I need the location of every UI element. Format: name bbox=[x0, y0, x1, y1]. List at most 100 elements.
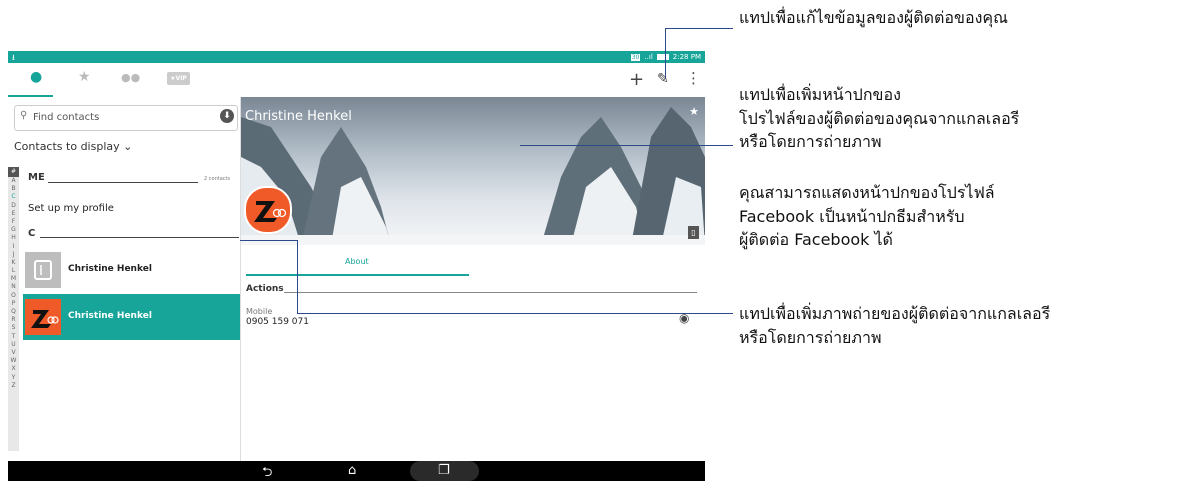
callout-photo-line: หรือโดยการถ่ายภาพ bbox=[739, 327, 882, 347]
callout-facebook-line: Facebook เป็นหน้าปกธีมสำหรับ bbox=[739, 206, 965, 226]
phone-icon[interactable]: ▯ bbox=[688, 226, 699, 239]
callout-leader bbox=[297, 240, 298, 313]
section-divider bbox=[48, 182, 198, 183]
alpha-letter[interactable]: C bbox=[8, 193, 19, 201]
zenfone-logo-icon bbox=[31, 310, 59, 328]
alpha-letter[interactable]: Z bbox=[8, 382, 19, 390]
contact-list-item-selected[interactable]: Christine Henkel bbox=[23, 294, 240, 340]
favorite-star-icon[interactable]: ★ bbox=[689, 105, 699, 118]
contact-list-item[interactable]: Christine Henkel bbox=[23, 247, 240, 293]
contact-detail-panel: Christine Henkel ★ ▯ About Actions Mobil… bbox=[241, 97, 705, 461]
callout-leader bbox=[297, 313, 733, 314]
alpha-letter[interactable]: V bbox=[8, 349, 19, 357]
alpha-letter[interactable]: H bbox=[8, 234, 19, 242]
contact-name: Christine Henkel bbox=[68, 311, 152, 321]
recent-apps-icon: ❐ bbox=[438, 463, 450, 478]
search-placeholder: Find contacts bbox=[33, 112, 100, 123]
callout-facebook-line: คุณสามารถแสดงหน้าปกของโปรไฟล์ bbox=[739, 183, 995, 202]
me-contacts-count: 2 contacts bbox=[204, 176, 231, 182]
alpha-letter[interactable]: U bbox=[8, 341, 19, 349]
tablet-screen: ⭳ 30 ..ıl 2:28 PM ● ★ ●● ★VIP + ✎ ⋮ ⚲ Fi… bbox=[8, 51, 705, 481]
clock: 2:28 PM bbox=[672, 53, 701, 61]
zenfone-logo-icon bbox=[254, 201, 287, 222]
callout-cover-line: หรือโดยการถ่ายภาพ bbox=[739, 132, 882, 151]
cover-photo[interactable]: Christine Henkel ★ ▯ bbox=[241, 97, 705, 245]
callout-edit-text: แทปเพื่อแก้ไขข้อมูลของผู้ติดต่อของคุณ bbox=[739, 8, 1008, 27]
alpha-hash[interactable]: # bbox=[8, 167, 19, 177]
callout-photo: แทปเพื่อเพิ่มภาพถ่ายของผู้ติดต่อจากแกลเล… bbox=[739, 302, 1050, 349]
callout-cover: แทปเพื่อเพิ่มหน้าปกของ โปรไฟล์ของผู้ติดต… bbox=[739, 83, 1019, 154]
navigation-bar: ⮌ ⌂ ❐ bbox=[8, 461, 705, 481]
mobile-number[interactable]: 0905 159 071 bbox=[246, 317, 309, 327]
tab-vip-icon[interactable]: ★VIP bbox=[167, 72, 190, 85]
contacts-source-icon[interactable]: ⬇ bbox=[220, 109, 234, 123]
callout-leader bbox=[665, 28, 733, 29]
battery-icon bbox=[656, 54, 669, 60]
callout-leader bbox=[665, 28, 666, 78]
callout-cover-line: แทปเพื่อเพิ่มหน้าปกของ bbox=[739, 85, 901, 104]
callout-leader bbox=[520, 145, 733, 146]
avatar bbox=[25, 299, 61, 335]
alpha-letter[interactable]: D bbox=[8, 202, 19, 210]
callout-facebook: คุณสามารถแสดงหน้าปกของโปรไฟล์ Facebook เ… bbox=[739, 181, 995, 252]
mobile-label: Mobile bbox=[246, 307, 273, 316]
edit-pencil-icon[interactable]: ✎ bbox=[657, 71, 669, 87]
alpha-letter[interactable]: K bbox=[8, 259, 19, 267]
add-contact-button[interactable]: + bbox=[629, 69, 644, 90]
more-options-button[interactable]: ⋮ bbox=[686, 69, 701, 87]
alpha-letter[interactable]: I bbox=[8, 243, 19, 251]
contacts-to-display-dropdown[interactable]: Contacts to display ⌄ bbox=[14, 140, 132, 153]
section-divider bbox=[40, 237, 239, 238]
home-icon[interactable]: ⌂ bbox=[348, 463, 356, 478]
alpha-letter[interactable]: O bbox=[8, 292, 19, 300]
alpha-letter[interactable]: F bbox=[8, 218, 19, 226]
alpha-letter[interactable]: B bbox=[8, 185, 19, 193]
alpha-letter[interactable]: Q bbox=[8, 308, 19, 316]
tab-contacts-person-icon[interactable]: ● bbox=[30, 69, 42, 85]
section-header-c: C bbox=[28, 228, 36, 239]
tab-about[interactable]: About bbox=[345, 257, 369, 266]
alphabet-index[interactable]: # A B C D E F G H I J K L M N O P Q R S … bbox=[8, 167, 19, 451]
callout-facebook-line: ผู้ติดต่อ Facebook ได้ bbox=[739, 230, 893, 249]
signal-icon: ..ıl bbox=[644, 53, 653, 61]
callout-cover-line: โปรไฟล์ของผู้ติดต่อของคุณจากแกลเลอรี bbox=[739, 108, 1020, 128]
back-icon[interactable]: ⮌ bbox=[262, 463, 272, 481]
alpha-letter[interactable]: S bbox=[8, 324, 19, 332]
alpha-letter[interactable]: R bbox=[8, 316, 19, 324]
avatar bbox=[25, 252, 61, 288]
cover-contact-name: Christine Henkel bbox=[245, 109, 352, 124]
about-tab-indicator bbox=[246, 274, 469, 276]
alpha-letter[interactable]: Y bbox=[8, 374, 19, 382]
alpha-letter[interactable]: N bbox=[8, 283, 19, 291]
alpha-letter[interactable]: J bbox=[8, 251, 19, 259]
tab-groups-icon[interactable]: ●● bbox=[121, 71, 140, 84]
search-icon: ⚲ bbox=[20, 110, 28, 121]
alpha-letter[interactable]: M bbox=[8, 275, 19, 283]
callout-photo-line: แทปเพื่อเพิ่มภาพถ่ายของผู้ติดต่อจากแกลเล… bbox=[739, 304, 1051, 323]
callout-leader bbox=[240, 240, 297, 241]
alpha-letter[interactable]: X bbox=[8, 365, 19, 373]
action-bar: ● ★ ●● ★VIP + ✎ ⋮ bbox=[8, 63, 705, 98]
alpha-letter[interactable]: G bbox=[8, 226, 19, 234]
search-input[interactable]: ⚲ Find contacts ⬇ bbox=[14, 105, 238, 131]
alpha-letter[interactable]: A bbox=[8, 177, 19, 185]
actions-header: Actions bbox=[246, 284, 284, 294]
contacts-list-panel: ⚲ Find contacts ⬇ Contacts to display ⌄ … bbox=[8, 97, 241, 461]
callout-edit: แทปเพื่อแก้ไขข้อมูลของผู้ติดต่อของคุณ bbox=[739, 6, 1008, 30]
notification-badge: 30 bbox=[630, 53, 641, 61]
status-bar: ⭳ 30 ..ıl 2:28 PM bbox=[8, 51, 705, 63]
alpha-letter[interactable]: L bbox=[8, 267, 19, 275]
contact-photo[interactable] bbox=[244, 186, 292, 234]
alpha-letter[interactable]: W bbox=[8, 357, 19, 365]
contacts-to-display-label: Contacts to display bbox=[14, 140, 120, 153]
section-header-me: ME bbox=[28, 172, 45, 183]
chevron-down-icon: ⌄ bbox=[123, 140, 133, 153]
set-up-profile-link[interactable]: Set up my profile bbox=[28, 203, 114, 214]
alpha-letter[interactable]: P bbox=[8, 300, 19, 308]
tab-favorites-star-icon[interactable]: ★ bbox=[78, 69, 91, 85]
alpha-letter[interactable]: E bbox=[8, 210, 19, 218]
contact-card-icon bbox=[34, 260, 52, 280]
section-divider bbox=[284, 292, 697, 293]
alpha-letter[interactable]: T bbox=[8, 333, 19, 341]
recent-apps-button[interactable]: ❐ bbox=[410, 461, 479, 481]
